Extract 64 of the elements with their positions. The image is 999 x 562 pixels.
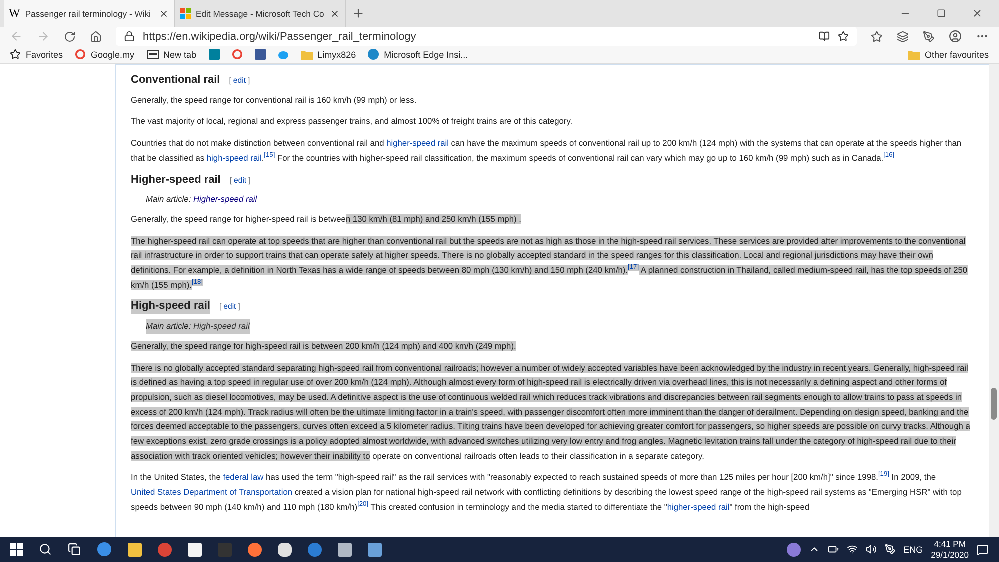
citation-link[interactable]: [17]	[628, 264, 640, 272]
main-article-link[interactable]: High-speed rail	[193, 319, 250, 334]
citation-link[interactable]: [18]	[192, 278, 203, 286]
close-icon[interactable]	[330, 8, 340, 18]
favorites-icon[interactable]	[871, 30, 883, 42]
scrollbar[interactable]	[989, 64, 999, 537]
star-icon[interactable]	[838, 31, 849, 42]
paragraph: Generally, the speed range for conventional rail is 160 km/h (99 mph) or less.	[131, 94, 418, 107]
citation-link[interactable]: [19]	[878, 472, 890, 479]
collections-icon[interactable]	[897, 30, 909, 42]
section-heading: Conventional rail	[131, 73, 220, 88]
paragraph: Generally, the speed range for high-speed rail is between 200 km/h (124 mph) and 400 km/h (249 mph).	[131, 340, 518, 353]
browser-tab[interactable]: W Passenger rail terminology - Wiki	[4, 0, 175, 27]
article-link[interactable]: federal law	[223, 472, 264, 482]
bookmark[interactable]: Favorites	[10, 49, 64, 60]
close-icon[interactable]	[972, 8, 983, 19]
pen-icon[interactable]	[923, 30, 935, 42]
profile-icon[interactable]	[949, 30, 962, 43]
paragraph: The higher-speed rail can operate at top speeds that are higher than conventional rail but the speeds are not as high as those in the high-speed rail services. These services are provided after improvements to the conventional rail infrastructure in order to support trains that can operate safely at higher speeds. There is no globally accepted standard in the speed ranges for this classification. Local and regional jurisdictions may have their own definitions. For example, a definition in North Texas has a wide range of speeds between 80 mph (130 km/h) and 150 mph (240 km/h).$^{[17]}$ A planned construction in Thailand, called medium-speed rail, has the top speeds of 250 km/h (155 mph).$^{[18]}$	[131, 234, 969, 292]
maximize-icon[interactable]	[937, 9, 946, 18]
bookmark[interactable]: Other favourites	[908, 50, 989, 60]
bookmark[interactable]: New tab	[146, 50, 197, 60]
bookmark[interactable]: Microsoft Edge Insi...	[368, 49, 468, 60]
bookmark[interactable]: Limyx826	[300, 50, 356, 60]
notification-icon[interactable]	[977, 544, 989, 556]
citation-link[interactable]: [20]	[358, 501, 369, 508]
paragraph: Countries that do not make distinction between conventional rail and higher-speed rail can have the maximum speeds of conventional rail up to 200 km/h (124 mph) with the systems that can operate at the speeds higher than that be classified as high-speed rail.$^{[15]}$ For the countries with higher-speed rail classification, the maximum speeds of conventional rail can vary which may go up to 160 km/h (99 mph) such as in Canada.$^{[16]}$	[131, 137, 963, 165]
battery-icon[interactable]	[828, 544, 839, 555]
paragraph: In the United States, the federal law has used the term "high-speed rail" as the rail services with "reasonably expected to reach sustained speeds of more than 125 miles per hour [200 km/h]" since 1998.$^{[19]}$ In 2009, the United States Department of Transportation created a vision plan for national high-speed rail network with conflicting definitions by describing the lowest speed range of the high-speed rail systems as "Emerging HSR" with top speeds between 90 mph (140 km/h) and 110 mph (180 km/h)$^{[20]}$ This created confusion in terminology and the media started to differentiate the "higher-speed rail" from the high-speed	[131, 470, 963, 514]
home-icon[interactable]	[90, 30, 102, 42]
refresh-icon[interactable]	[64, 30, 76, 42]
search-icon[interactable]	[39, 543, 52, 556]
plus-icon[interactable]	[352, 7, 365, 20]
main-article-label: Main article:	[146, 193, 192, 206]
address-bar[interactable]: https://en.wikipedia.org/wiki/Passenger_rail_terminology	[116, 27, 857, 46]
main-article-link[interactable]: Higher-speed rail	[193, 192, 258, 207]
clock[interactable]: 4:41 PM 29/1/2020	[931, 538, 969, 560]
paragraph: Generally, the speed range for higher-speed rail is between 130 km/h (81 mph) and 250 km/h (155 mph) .	[131, 212, 522, 226]
section-heading: High-speed rail	[131, 299, 210, 314]
reader-icon[interactable]	[819, 31, 830, 42]
citation-link[interactable]: [16]	[884, 152, 895, 160]
star-icon[interactable]	[10, 49, 21, 60]
windows-start-icon[interactable]	[10, 543, 23, 556]
wikipedia-icon: W	[9, 6, 20, 21]
volume-icon[interactable]	[866, 544, 877, 555]
new-tab-icon[interactable]	[146, 50, 159, 59]
lock-icon	[124, 31, 135, 42]
wifi-icon[interactable]	[846, 544, 858, 555]
windows-icon	[180, 8, 191, 19]
article-link[interactable]: higher-speed rail	[386, 138, 449, 148]
close-icon[interactable]	[159, 8, 169, 18]
pen-icon[interactable]	[884, 544, 896, 555]
bookmark[interactable]: Google.my	[75, 49, 135, 60]
task-view-icon[interactable]	[68, 543, 81, 556]
section-heading: Higher-speed rail	[131, 172, 221, 188]
citation-link[interactable]: [15]	[264, 152, 276, 160]
paragraph: There is no globally accepted standard separating high-speed rail from conventional railroads; however a number of widely accepted variables have been acknowledged by the industry in recent years. Generally, high-speed rail is defined as having a top speed in regular use of over 200 km/h (124 mph). Although almost every form of high-speed rail is electrically driven via overhead lines, this is not necessarily a defining aspect and other forms of propulsion, such as diesel locomotives, may be used. A definitive aspect is the use of continuous welded rail which reduces track vibrations and discrepancies between rail segments enough to allow trains to pass at speeds in excess of 200 km/h (124 mph). Track radius will often be the ultimate limiting factor in a train's speed, with passenger discomfort often more imminent than the danger of derailment. Depending on design speed, banking and the forces deemed acceptable to the passengers, curves often exceed a 5 kilometer radius. Tilting trains have been developed for achieving greater comfort for passengers, so higher speeds are possible on curvy tracks. Although a few exceptions exist, zero grade crossings is a policy adopted almost worldwide, with advanced switches utilizing very low entry and frog angles. Magnetic levitation trains fall under the category of high-speed rail due to their association with track oriented vehicles; however their inability to operate on conventional railroads often leads to their classification in a separate category.	[131, 362, 972, 463]
language-indicator[interactable]: ENG	[904, 544, 924, 554]
article-link[interactable]: higher-speed rail	[667, 502, 730, 512]
main-article-label: Main article:	[146, 319, 194, 334]
article-link[interactable]: United States Department of Transportation	[131, 487, 293, 498]
paragraph: The vast majority of local, regional and express passenger trains, and almost 100% of freight trains are of this category.	[131, 115, 574, 128]
article-link[interactable]: high-speed rail	[206, 152, 262, 163]
scrollbar-thumb[interactable]	[991, 388, 997, 420]
